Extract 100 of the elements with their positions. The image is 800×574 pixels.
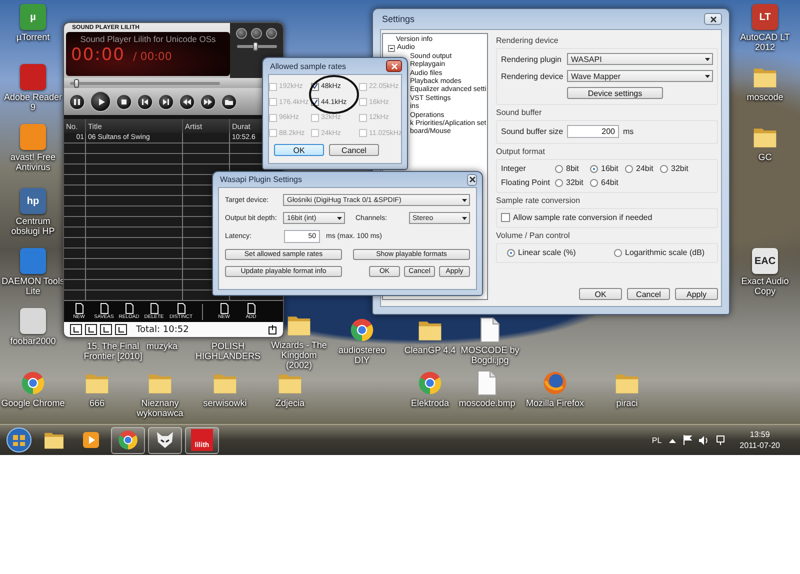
- taskbar-button[interactable]: [111, 426, 145, 454]
- icon-label[interactable]: µTorrent: [16, 32, 50, 42]
- next-button[interactable]: [158, 94, 174, 110]
- pause-button[interactable]: [69, 94, 85, 110]
- close-button[interactable]: [467, 174, 477, 186]
- device-settings-button[interactable]: Device settings: [567, 87, 663, 99]
- dialog-button[interactable]: Cancel: [627, 288, 670, 300]
- eject-icon[interactable]: [268, 324, 277, 334]
- close-icon: [710, 16, 716, 22]
- checkbox-label: Allow sample rate conversion if needed: [513, 213, 652, 222]
- dialog-button[interactable]: OK: [579, 288, 622, 300]
- plugin-dropdown[interactable]: WASAPI: [567, 53, 713, 65]
- field-label: Rendering device: [501, 72, 564, 80]
- volume-icon[interactable]: [698, 436, 709, 444]
- firefox-icon[interactable]: [542, 370, 568, 396]
- radio-button[interactable]: [625, 164, 633, 172]
- device-dropdown[interactable]: Wave Mapper: [567, 70, 713, 82]
- clock-time[interactable]: 13:59: [750, 429, 770, 440]
- icon-label[interactable]: moscode: [746, 92, 784, 102]
- window-title: Settings: [382, 14, 415, 24]
- mode-button[interactable]: [85, 324, 97, 335]
- round-button[interactable]: [251, 28, 262, 39]
- dialog-button[interactable]: Apply: [675, 288, 718, 300]
- round-button[interactable]: [236, 28, 247, 39]
- mode-icon: [72, 326, 80, 333]
- close-icon: [390, 62, 398, 70]
- radio-button[interactable]: [590, 164, 598, 172]
- language-indicator[interactable]: PL: [652, 436, 662, 444]
- stop-button[interactable]: [116, 94, 132, 110]
- icon-label[interactable]: serwisowki: [203, 398, 247, 408]
- fast-forward-button[interactable]: [200, 94, 216, 110]
- icon-label[interactable]: Centrum obsługi HP: [1, 216, 65, 236]
- flag-icon[interactable]: [682, 435, 692, 445]
- icon-label[interactable]: Exact Audio Copy: [733, 276, 797, 296]
- icon-label[interactable]: GC: [758, 152, 772, 162]
- mode-button[interactable]: [100, 324, 112, 335]
- dialog-button[interactable]: Cancel: [329, 144, 379, 156]
- slider-thumb[interactable]: [252, 42, 258, 51]
- caret-icon: [462, 198, 467, 202]
- radio-label: 64bit: [601, 178, 618, 187]
- field-label: Floating Point: [501, 178, 551, 187]
- icon-label[interactable]: moscode.bmp: [458, 398, 516, 408]
- mode-button[interactable]: [115, 324, 127, 335]
- open-button[interactable]: [221, 94, 237, 110]
- round-button[interactable]: [266, 28, 277, 39]
- icon-label[interactable]: avast! Free Antivirus: [1, 152, 65, 172]
- radio-button[interactable]: [555, 164, 563, 172]
- radio-button[interactable]: [555, 178, 563, 186]
- app-icon[interactable]: hp: [20, 188, 46, 214]
- icon-label[interactable]: Elektroda: [410, 398, 450, 408]
- close-button[interactable]: [704, 13, 722, 25]
- radio-label: 8bit: [566, 164, 579, 173]
- radio-label: 32bit: [671, 164, 688, 173]
- collapse-icon[interactable]: [388, 45, 395, 52]
- document-icon[interactable]: [478, 317, 502, 343]
- unit-label: ms: [623, 127, 634, 136]
- icon-label[interactable]: AutoCAD LT 2012: [733, 32, 797, 52]
- app-icon[interactable]: EAC: [752, 248, 778, 274]
- section-heading: Sample rate conversion: [496, 196, 582, 205]
- checkbox[interactable]: [501, 213, 510, 222]
- document-icon: [74, 303, 84, 314]
- icon-label[interactable]: Google Chrome: [1, 398, 65, 408]
- ffw-icon: [203, 96, 213, 106]
- chevron-up-icon[interactable]: [668, 438, 676, 442]
- radio-label: 32bit: [566, 178, 584, 187]
- icon-label[interactable]: 666: [89, 398, 105, 408]
- mode-icon: [118, 326, 124, 333]
- rewind-button[interactable]: [179, 94, 195, 110]
- icon-label[interactable]: Zdjecia: [275, 398, 304, 408]
- mode-icon: [88, 326, 94, 333]
- icon-label[interactable]: piraci: [616, 398, 638, 408]
- volume-slider[interactable]: [236, 45, 276, 48]
- buffer-size-field[interactable]: 200: [567, 125, 619, 138]
- icon-label[interactable]: Mozilla Firefox: [526, 398, 584, 408]
- previous-button[interactable]: [137, 94, 153, 110]
- mode-icon: [102, 326, 110, 333]
- radio-button[interactable]: [507, 248, 515, 256]
- close-button[interactable]: [386, 60, 402, 72]
- document-icon: [246, 303, 256, 314]
- slider-thumb[interactable]: [74, 78, 79, 88]
- elapsed-time: 00:00: [71, 45, 125, 65]
- radio-button[interactable]: [590, 178, 598, 186]
- start-button[interactable]: [4, 426, 34, 454]
- mode-button[interactable]: [70, 324, 82, 335]
- taskbar-button[interactable]: [148, 426, 182, 454]
- radio-button[interactable]: [614, 248, 622, 256]
- ellipse-annotation: [309, 75, 359, 114]
- app-icon[interactable]: LT: [752, 4, 778, 30]
- icon-label[interactable]: Nieznany wykonawca: [128, 398, 192, 418]
- network-icon[interactable]: [716, 435, 725, 445]
- clock-date[interactable]: 2011-07-20: [740, 440, 780, 451]
- radio-button[interactable]: [660, 164, 668, 172]
- dialog-button[interactable]: OK: [274, 144, 324, 156]
- play-button[interactable]: [90, 91, 111, 112]
- document-icon: [220, 303, 228, 314]
- prev-icon: [140, 96, 150, 106]
- document-icon: [176, 303, 186, 314]
- radio-label: 16bit: [601, 164, 618, 173]
- app-icon[interactable]: µ: [20, 4, 46, 30]
- chrome-icon[interactable]: [349, 317, 375, 343]
